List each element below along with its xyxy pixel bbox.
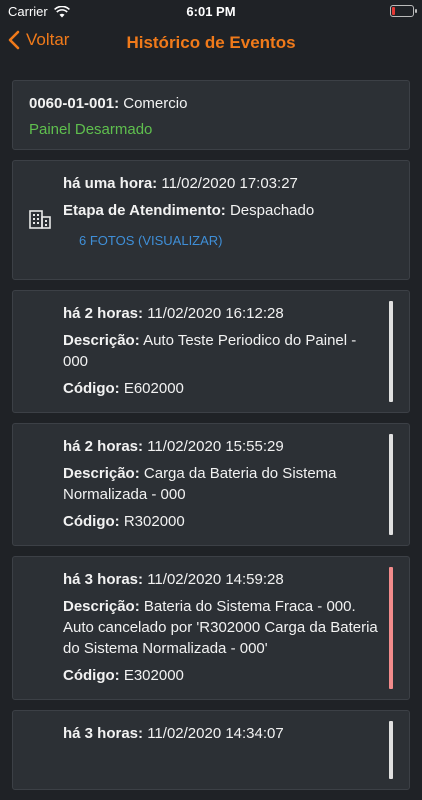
panel-status: Painel Desarmado xyxy=(29,121,153,138)
view-photos-link[interactable]: 6 FOTOS (VISUALIZAR) xyxy=(79,233,379,248)
event-code: Código: E302000 xyxy=(63,665,379,686)
event-description: Descrição: Carga da Bateria do Sistema N… xyxy=(63,463,379,505)
event-card[interactable]: há 3 horas: 11/02/2020 14:34:07 xyxy=(12,710,410,790)
event-status-bar xyxy=(389,567,393,689)
event-description-label: Descrição: xyxy=(63,465,140,482)
event-status-bar xyxy=(389,721,393,779)
event-time-value: 11/02/2020 16:12:28 xyxy=(147,305,284,322)
event-card[interactable]: há 2 horas: 11/02/2020 15:55:29 Descriçã… xyxy=(12,423,410,546)
navigation-bar: Voltar Histórico de Eventos xyxy=(0,22,422,66)
page-title: Histórico de Eventos xyxy=(126,33,296,52)
event-time: há uma hora: 11/02/2020 17:03:27 xyxy=(63,173,379,194)
event-time: há 3 horas: 11/02/2020 14:59:28 xyxy=(63,569,379,590)
event-time-label: há uma hora: xyxy=(63,175,158,192)
event-stage-label: Etapa de Atendimento: xyxy=(63,202,226,219)
events-list: 0060-01-001: Comercio Painel Desarmado h… xyxy=(12,80,410,800)
event-time-value: 11/02/2020 15:55:29 xyxy=(147,438,284,455)
event-status-bar xyxy=(389,434,393,535)
event-time: há 2 horas: 11/02/2020 16:12:28 xyxy=(63,303,379,324)
event-description-label: Descrição: xyxy=(63,598,140,615)
event-time-value: 11/02/2020 14:59:28 xyxy=(147,571,284,588)
event-description: Descrição: Auto Teste Periodico do Paine… xyxy=(63,330,379,372)
event-time: há 3 horas: 11/02/2020 14:34:07 xyxy=(63,723,379,744)
battery-level xyxy=(392,7,395,15)
battery-icon xyxy=(390,5,417,17)
building-icon xyxy=(29,210,51,229)
account-name: Comercio xyxy=(123,95,188,112)
event-time-label: há 2 horas: xyxy=(63,438,144,455)
event-stage: Etapa de Atendimento: Despachado xyxy=(63,200,379,221)
event-description-label: Descrição: xyxy=(63,332,140,349)
event-card[interactable]: há 3 horas: 11/02/2020 14:59:28 Descriçã… xyxy=(12,556,410,700)
event-status-bar xyxy=(389,301,393,402)
event-code-label: Código: xyxy=(63,667,120,684)
event-code-label: Código: xyxy=(63,380,120,397)
event-description: Descrição: Bateria do Sistema Fraca - 00… xyxy=(63,596,379,659)
account-card: 0060-01-001: Comercio Painel Desarmado xyxy=(12,80,410,150)
status-time: 6:01 PM xyxy=(186,4,236,19)
event-card-dispatch[interactable]: há uma hora: 11/02/2020 17:03:27 Etapa d… xyxy=(12,160,410,280)
event-time-value: 11/02/2020 14:34:07 xyxy=(147,725,284,742)
event-time: há 2 horas: 11/02/2020 15:55:29 xyxy=(63,436,379,457)
event-time-label: há 2 horas: xyxy=(63,305,144,322)
event-code-value: E302000 xyxy=(123,667,184,684)
event-code-label: Código: xyxy=(63,513,120,530)
event-time-label: há 3 horas: xyxy=(63,725,144,742)
event-code: Código: R302000 xyxy=(63,511,379,532)
event-code-value: E602000 xyxy=(123,380,184,397)
account-line: 0060-01-001: Comercio xyxy=(29,93,393,115)
status-bar: Carrier 6:01 PM xyxy=(0,0,422,22)
event-code-value: R302000 xyxy=(123,513,185,530)
event-code: Código: E602000 xyxy=(63,378,379,399)
event-time-value: 11/02/2020 17:03:27 xyxy=(161,175,298,192)
event-time-label: há 3 horas: xyxy=(63,571,144,588)
account-code: 0060-01-001: xyxy=(29,95,120,112)
event-stage-value: Despachado xyxy=(229,202,315,219)
event-card[interactable]: há 2 horas: 11/02/2020 16:12:28 Descriçã… xyxy=(12,290,410,413)
